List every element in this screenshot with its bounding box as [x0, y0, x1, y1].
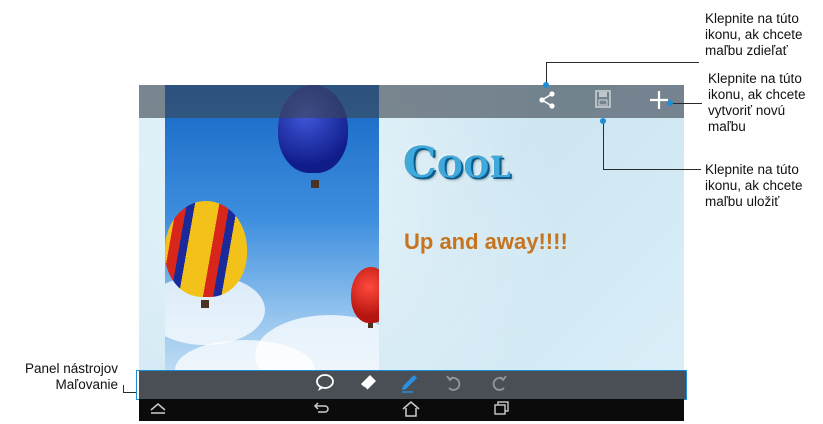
new-annotation-line: ikonu, ak chcete — [708, 87, 806, 102]
cool-sticker: Cool — [403, 138, 512, 187]
new-annotation-line: maľbu — [708, 119, 746, 134]
home-icon[interactable] — [396, 400, 426, 420]
share-callout-line-h — [546, 62, 699, 63]
toolbar-highlight — [136, 370, 687, 400]
share-callout-line — [546, 62, 547, 84]
balloon-photo — [165, 85, 379, 385]
new-annotation-line: vytvoriť novú — [708, 103, 786, 118]
page-heading-fragment — [115, 0, 315, 10]
system-navigation-bar — [139, 399, 684, 421]
action-bar — [139, 85, 684, 118]
share-annotation-line: Klepnite na túto — [705, 11, 799, 26]
share-icon[interactable] — [535, 89, 559, 113]
toolbar-annotation-line: Maľovanie — [55, 377, 118, 392]
toolbar-annotation: Panel nástrojov Maľovanie — [6, 361, 118, 393]
save-annotation: Klepnite na túto ikonu, ak chcete maľbu … — [705, 162, 803, 210]
save-icon[interactable] — [591, 89, 615, 113]
recent-apps-icon[interactable] — [487, 400, 517, 420]
save-annotation-line: ikonu, ak chcete — [705, 178, 803, 193]
save-callout-dot — [600, 118, 606, 124]
new-annotation-line: Klepnite na túto — [708, 71, 802, 86]
share-callout-dot — [543, 82, 549, 88]
toolbar-annotation-line: Panel nástrojov — [24, 361, 118, 376]
save-annotation-line: maľbu uložiť — [705, 194, 780, 209]
toolbar-callout-line — [123, 392, 136, 393]
new-annotation: Klepnite na túto ikonu, ak chcete vytvor… — [708, 71, 806, 135]
share-annotation: Klepnite na túto ikonu, ak chcete maľbu … — [705, 11, 803, 59]
up-chevron-icon[interactable] — [143, 400, 173, 420]
share-annotation-line: ikonu, ak chcete — [705, 27, 803, 42]
save-callout-line-h — [603, 169, 701, 170]
save-callout-line — [603, 121, 604, 169]
new-callout-dot — [667, 100, 673, 106]
share-annotation-line: maľbu zdieľať — [705, 43, 788, 58]
back-icon[interactable] — [307, 400, 337, 420]
caption-text: Up and away!!!! — [404, 229, 568, 254]
new-callout-line — [670, 103, 702, 104]
save-annotation-line: Klepnite na túto — [705, 162, 799, 177]
